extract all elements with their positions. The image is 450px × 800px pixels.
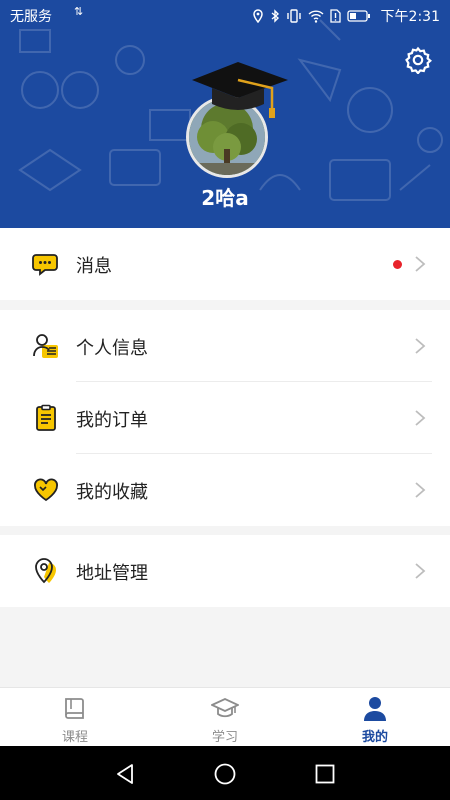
menu-item-favorites[interactable]: 我的收藏	[0, 454, 450, 526]
user-icon	[364, 697, 386, 721]
menu-item-label: 个人信息	[76, 338, 148, 359]
account-section: 个人信息 我的订单 我的收藏	[0, 310, 450, 526]
menu-item-label: 我的订单	[76, 410, 148, 431]
tab-mine[interactable]: 我的	[300, 688, 450, 746]
tab-label: 课程	[61, 730, 88, 745]
location-icon	[252, 9, 263, 23]
chevron-right-icon	[415, 410, 426, 426]
menu-item-label: 我的收藏	[76, 482, 148, 503]
profile-header: 无服务 ⇅ 下午2:31 2哈a	[0, 0, 450, 228]
message-section: 消息	[0, 228, 450, 300]
chat-bubble-icon	[32, 254, 58, 276]
menu-item-label: 地址管理	[76, 563, 148, 584]
graduation-cap-icon	[192, 62, 288, 118]
tab-label: 我的	[361, 730, 388, 745]
battery-icon	[346, 10, 370, 22]
graduation-cap-icon	[211, 698, 239, 718]
tab-study[interactable]: 学习	[150, 688, 300, 746]
status-bar: 无服务 ⇅ 下午2:31	[0, 0, 450, 30]
order-list-icon	[36, 404, 56, 431]
clock-text: 下午2:31	[380, 9, 440, 25]
data-activity-icon: ⇅	[74, 5, 83, 18]
tab-label: 学习	[211, 730, 238, 745]
settings-gear-icon[interactable]	[404, 46, 432, 74]
unread-dot	[393, 260, 402, 269]
sim-alert-icon	[329, 9, 341, 23]
bottom-tab-bar: 课程 学习 我的	[0, 687, 450, 746]
username: 2哈a	[201, 186, 249, 210]
vibrate-icon	[286, 9, 301, 23]
home-circle-icon[interactable]	[213, 762, 237, 786]
chevron-right-icon	[415, 338, 426, 354]
menu-item-personal-info[interactable]: 个人信息	[0, 310, 450, 382]
system-navigation-bar	[0, 746, 450, 800]
book-icon	[65, 698, 84, 719]
wifi-icon	[308, 9, 324, 23]
chevron-right-icon	[415, 256, 426, 272]
user-card-icon	[33, 334, 58, 358]
chevron-right-icon	[415, 482, 426, 498]
menu-item-orders[interactable]: 我的订单	[0, 382, 450, 454]
chevron-right-icon	[415, 563, 426, 579]
recents-square-icon[interactable]	[313, 762, 337, 786]
heart-icon	[34, 478, 58, 502]
address-section: 地址管理	[0, 535, 450, 607]
bluetooth-icon	[271, 9, 279, 23]
carrier-text: 无服务	[10, 9, 52, 25]
tab-courses[interactable]: 课程	[0, 688, 150, 746]
location-pin-icon	[35, 558, 56, 584]
menu-item-label: 消息	[76, 256, 112, 277]
menu-item-message[interactable]: 消息	[0, 228, 450, 300]
back-triangle-icon[interactable]	[113, 762, 137, 786]
menu-item-address[interactable]: 地址管理	[0, 535, 450, 607]
